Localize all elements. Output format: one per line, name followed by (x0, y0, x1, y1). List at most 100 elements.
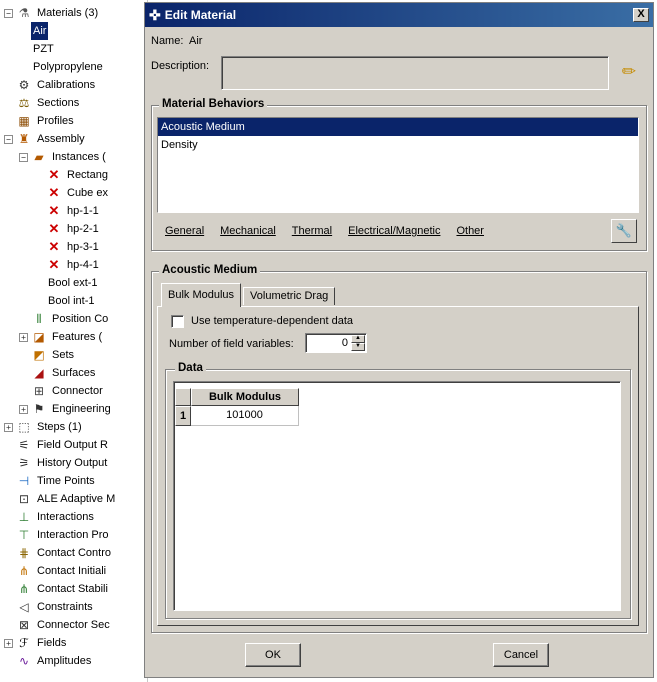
tree-item-label: Amplitudes (37, 655, 92, 667)
menu-general[interactable]: General (165, 225, 204, 237)
tree-item[interactable]: ✕ hp-4-1 (34, 256, 101, 274)
tree-item[interactable]: ⋔ Contact Stabili (4, 580, 110, 598)
acoustic-tabs: Bulk Modulus Volumetric Drag (161, 283, 337, 307)
constraints-icon: ◁ (19, 600, 29, 614)
menu-other[interactable]: Other (456, 225, 484, 237)
collapse-icon[interactable]: − (4, 8, 13, 18)
tree-item-label: Contact Initiali (37, 565, 107, 577)
temperature-dependent-checkbox[interactable] (171, 315, 184, 328)
cancel-button[interactable]: Cancel (493, 643, 549, 667)
x-mark-icon: ✕ (48, 203, 60, 218)
tree-item[interactable]: ⚟ Field Output R (4, 436, 110, 454)
name-label: Name: (151, 35, 184, 47)
field-variables-spinner[interactable]: 0 ▲ ▼ (305, 333, 367, 353)
tree-item[interactable]: Air (19, 22, 49, 40)
collapse-icon[interactable]: − (19, 152, 28, 162)
contact-stabilization-icon: ⋔ (18, 582, 30, 596)
row-header-1[interactable]: 1 (175, 406, 191, 426)
tree-item[interactable]: ⚙ Calibrations (4, 76, 97, 94)
cell-bulk-modulus-1[interactable]: 101000 (191, 406, 299, 426)
move-icon: ✜ (149, 6, 161, 23)
tree-item[interactable]: ✕ hp-2-1 (34, 220, 101, 238)
tree-item[interactable]: ⋕ Contact Contro (4, 544, 113, 562)
name-value: Air (189, 35, 203, 47)
tree-item[interactable]: ⊞ Connector (19, 382, 105, 400)
tree-item[interactable]: ∿ Amplitudes (4, 652, 93, 670)
tree-item[interactable]: ✕ Cube ex (34, 184, 110, 202)
tree-item[interactable]: + ⬚ Steps (1) (4, 418, 84, 436)
behavior-item-density[interactable]: Density (158, 136, 638, 154)
tree-item-label: Contact Stabili (37, 583, 108, 595)
sections-icon: ⚖ (18, 96, 30, 110)
tree-item[interactable]: + ⚑ Engineering (19, 400, 113, 418)
tree-item[interactable]: ⊣ Time Points (4, 472, 97, 490)
tree-item[interactable]: ◩ Sets (19, 346, 76, 364)
tree-item[interactable]: ⚞ History Output (4, 454, 109, 472)
tree-item[interactable]: ▦ Profiles (4, 112, 76, 130)
menu-electrical-magnetic[interactable]: Electrical/Magnetic (348, 225, 440, 237)
expand-icon[interactable]: + (19, 332, 28, 342)
tab-bulk-modulus[interactable]: Bulk Modulus (161, 283, 242, 307)
spin-down-button[interactable]: ▼ (351, 343, 365, 351)
tree-item[interactable]: ◢ Surfaces (19, 364, 97, 382)
x-mark-icon: ✕ (48, 167, 60, 182)
tree-item[interactable]: ⚖ Sections (4, 94, 81, 112)
expand-icon[interactable]: + (19, 404, 28, 414)
field-variables-value: 0 (341, 337, 348, 349)
tree-item[interactable]: − ▰ Instances ( (19, 148, 108, 166)
tree-item[interactable]: − ♜ Assembly (4, 130, 87, 148)
tree-item[interactable]: PZT (19, 40, 56, 58)
tree-item-label: Polypropylene (33, 61, 103, 73)
tree-item[interactable]: ◁ Constraints (4, 598, 95, 616)
tree-item[interactable]: Polypropylene (19, 58, 105, 76)
tree-item-label: Connector Sec (37, 619, 110, 631)
tree-item-label: Constraints (37, 601, 93, 613)
tree-item[interactable]: ✕ Rectang (34, 166, 110, 184)
tree-item[interactable]: ⊥ Interactions (4, 508, 96, 526)
collapse-icon[interactable]: − (4, 134, 13, 144)
behavior-item-acoustic-medium[interactable]: Acoustic Medium (158, 118, 638, 136)
tree-item-label: Profiles (37, 115, 74, 127)
tree-item[interactable]: Bool int-1 (34, 292, 96, 310)
ale-adaptive-icon: ⊡ (18, 492, 30, 506)
spin-up-button[interactable]: ▲ (351, 335, 365, 343)
tree-item[interactable]: − ⚗ Materials (3) (4, 4, 100, 22)
data-title: Data (175, 362, 206, 374)
tree-item[interactable]: ⊡ ALE Adaptive M (4, 490, 117, 508)
edit-description-button[interactable]: ✏ (615, 59, 643, 85)
acoustic-medium-title: Acoustic Medium (159, 264, 261, 276)
tree-item[interactable]: ⊤ Interaction Pro (4, 526, 111, 544)
tab-volumetric-drag[interactable]: Volumetric Drag (243, 287, 336, 305)
tree-item-label: Rectang (67, 169, 108, 181)
tree-item-label: Materials (3) (37, 7, 99, 19)
connector-icon: ⊞ (33, 384, 45, 398)
behavior-tool-button[interactable]: 🔧 (611, 219, 637, 243)
tree-item[interactable]: ✕ hp-1-1 (34, 202, 101, 220)
close-button[interactable]: X (633, 8, 649, 22)
calibrations-icon: ⚙ (18, 78, 30, 92)
description-field[interactable] (221, 56, 609, 90)
tree-item[interactable]: ⊠ Connector Sec (4, 616, 112, 634)
tree-item[interactable]: + ◪ Features ( (19, 328, 104, 346)
tree-item-label: Interactions (37, 511, 94, 523)
column-header-bulk-modulus[interactable]: Bulk Modulus (191, 388, 299, 406)
steps-icon: ⬚ (18, 420, 30, 434)
tree-item[interactable]: ⫴ Position Co (19, 310, 110, 328)
tree-item-label: Bool int-1 (48, 295, 95, 307)
tree-item[interactable]: Bool ext-1 (34, 274, 100, 292)
tree-item[interactable]: ⋔ Contact Initiali (4, 562, 108, 580)
expand-icon[interactable]: + (4, 638, 13, 648)
expand-icon[interactable]: + (4, 422, 13, 432)
tree-item[interactable]: + ℱ Fields (4, 634, 68, 652)
tree-item-label: History Output (37, 457, 108, 469)
tree-item-label: Connector (52, 385, 103, 397)
ok-button[interactable]: OK (245, 643, 301, 667)
tree-item-label: Features ( (52, 331, 103, 343)
tree-item[interactable]: ✕ hp-3-1 (34, 238, 101, 256)
tree-item-label: Air (31, 22, 49, 40)
menu-thermal[interactable]: Thermal (292, 225, 332, 237)
fields-icon: ℱ (19, 636, 29, 650)
menu-mechanical[interactable]: Mechanical (220, 225, 276, 237)
instances-icon: ▰ (34, 150, 44, 164)
dialog-titlebar[interactable]: ✜ Edit Material X (145, 3, 653, 27)
